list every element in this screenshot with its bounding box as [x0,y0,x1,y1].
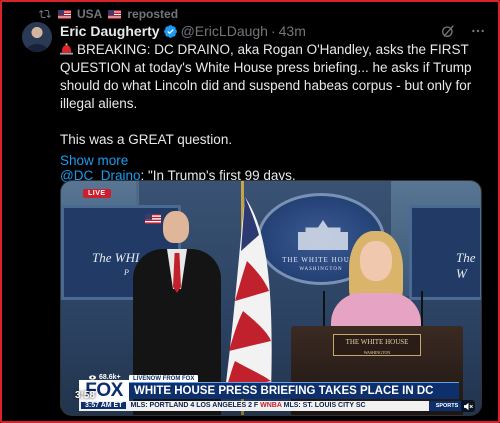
us-flag-emoji [108,9,122,19]
ticker-text: MLS: PORTLAND 4 LOS ANGELES 2 F [130,402,259,409]
avatar[interactable] [22,22,52,52]
repost-indicator: USA reposted [38,7,178,21]
siren-emoji-icon [60,43,73,55]
video-player[interactable]: The WHI P The W THE WHITE HOUSE WASHINGTO… [60,180,482,416]
tweet-paragraph-1: BREAKING: DC DRAINO, aka Rogan O'Handley… [60,41,492,113]
microphone [421,291,423,331]
header-actions [440,23,486,39]
speaker-muted-icon [463,402,473,410]
tweet-header: Eric Daugherty @EricLDaugh · 43m [60,22,486,40]
tweet-card[interactable]: USA reposted Eric Daugherty @EricLDaugh … [0,0,500,423]
repost-suffix: reposted [127,7,179,21]
ticker-time: 3:57 AM ET [81,402,127,409]
ticker-tag: WNBA [260,402,282,409]
timestamp[interactable]: 43m [279,23,306,39]
us-flag-emoji [58,9,71,19]
repost-user[interactable]: USA [77,7,102,21]
author-handle[interactable]: @EricLDaugh [181,23,268,39]
verified-badge-icon [163,24,177,38]
tweet-text-line-2: This was a GREAT question. [60,132,233,147]
panel-right-text: The W [456,250,476,281]
podium-plate: THE WHITE HOUSE WASHINGTON [333,334,421,356]
american-flag [225,197,272,391]
video-duration: 3:58 [75,390,96,401]
microphone [323,291,325,331]
sports-ticker: 3:57 AM ET MLS: PORTLAND 4 LOS ANGELES 2 … [79,401,465,411]
show-more-link[interactable]: Show more [60,153,128,168]
more-options-icon[interactable] [470,23,486,39]
repost-icon [39,9,51,19]
live-badge: LIVE [83,189,111,198]
author-name[interactable]: Eric Daugherty [60,23,160,39]
chyron-headline: WHITE HOUSE PRESS BRIEFING TAKES PLACE I… [129,382,459,399]
grok-icon[interactable] [440,23,456,39]
mute-button[interactable] [461,400,475,412]
separator-dot: · [270,23,276,39]
tweet-text-line-1: BREAKING: DC DRAINO, aka Rogan O'Handley… [60,42,472,111]
sports-tag: SPORTS [429,401,465,411]
ticker-text-2: MLS: ST. LOUIS CITY SC [283,402,366,409]
